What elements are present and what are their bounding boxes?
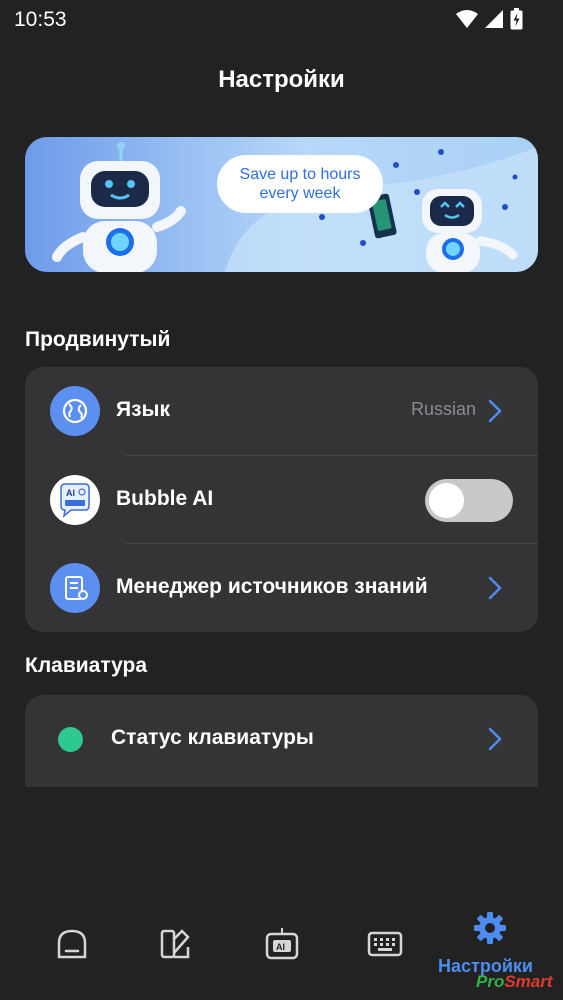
svg-text:AI: AI (66, 488, 75, 498)
watermark-smart: Smart (504, 972, 553, 991)
svg-text:AI: AI (276, 942, 285, 952)
signal-icon (485, 10, 503, 28)
home-icon (57, 929, 87, 959)
chevron-right-icon (488, 727, 502, 751)
wifi-icon (456, 10, 478, 28)
chevron-right-icon (488, 576, 502, 600)
language-value: Russian (410, 399, 476, 419)
toggle-knob (429, 483, 464, 518)
keyboard-status-label: Статус клавиатуры (111, 726, 314, 749)
themes-icon (160, 929, 190, 959)
bubble-ai-row: AI Bubble AI (25, 456, 538, 544)
banner-speech-bubble: Save up to hours every week (217, 155, 383, 213)
advanced-settings-card: Язык Russian AI Bubble AI Менеджер источ… (25, 367, 538, 632)
knowledge-manager-label: Менеджер источников знаний (116, 575, 428, 598)
bubble-ai-toggle[interactable] (425, 479, 513, 522)
watermark-logo: ProSmart (476, 972, 553, 992)
status-time: 10:53 (14, 8, 67, 31)
banner-text-line1: Save up to hours (239, 166, 361, 183)
bubble-ai-logo-icon: AI (50, 475, 100, 525)
watermark-pro: Pro (476, 972, 505, 991)
language-label: Язык (116, 398, 170, 421)
globe-icon (50, 386, 100, 436)
section-title-advanced: Продвинутый (25, 328, 171, 351)
book-icon (50, 563, 100, 613)
status-bar: 10:53 (0, 0, 563, 40)
gear-icon (474, 912, 506, 944)
nav-home-button[interactable] (52, 924, 92, 964)
nav-ai-keyboard-button[interactable]: AI (262, 924, 302, 964)
nav-keyboard-button[interactable] (365, 924, 405, 964)
nav-settings-button[interactable] (470, 908, 510, 948)
keyboard-settings-card: Статус клавиатуры (25, 695, 538, 787)
language-row[interactable]: Язык Russian (25, 367, 538, 455)
bubble-ai-label: Bubble AI (116, 487, 214, 510)
status-icons (456, 8, 523, 30)
section-title-keyboard: Клавиатура (25, 654, 148, 677)
ai-keyboard-icon: AI (265, 928, 299, 960)
status-indicator-dot (58, 727, 83, 752)
nav-themes-button[interactable] (155, 924, 195, 964)
keyboard-icon (367, 931, 403, 957)
keyboard-status-row[interactable]: Статус клавиатуры (25, 695, 538, 783)
promo-banner[interactable]: Save up to hours every week (25, 137, 538, 272)
banner-text-line2: every week (259, 185, 341, 202)
knowledge-manager-row[interactable]: Менеджер источников знаний (25, 544, 538, 632)
chevron-right-icon (488, 399, 502, 423)
left-robot-icon (52, 142, 186, 272)
page-title: Настройки (218, 66, 345, 93)
battery-charging-icon (510, 8, 523, 30)
